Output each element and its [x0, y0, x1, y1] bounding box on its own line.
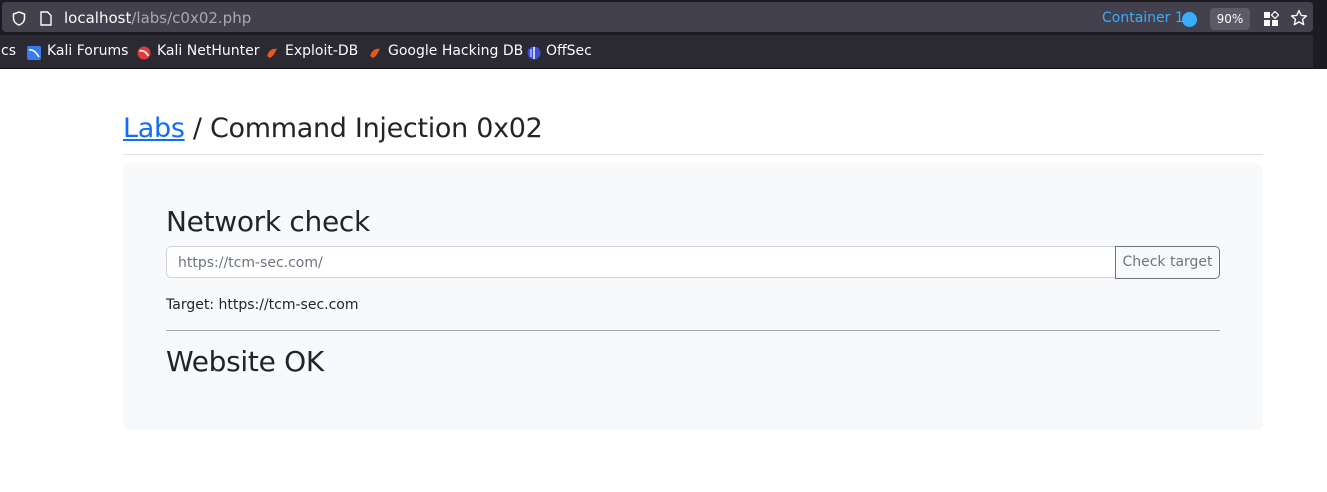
status-message: Website OK — [166, 345, 324, 378]
kali-nethunter-icon — [137, 46, 151, 60]
address-bar[interactable]: localhost/labs/c0x02.php Container 1 90% — [2, 2, 1313, 32]
exploit-db-icon — [267, 48, 277, 58]
zoom-level[interactable]: 90% — [1210, 8, 1250, 30]
url-text[interactable]: localhost/labs/c0x02.php — [64, 9, 251, 27]
extensions-grid-icon[interactable] — [1263, 11, 1279, 27]
section-title: Network check — [166, 205, 370, 238]
breadcrumb-labs-link[interactable]: Labs — [123, 113, 185, 144]
container-icon[interactable] — [1182, 12, 1197, 27]
bookmark-item[interactable]: cs — [1, 43, 16, 59]
bookmark-kali-forums[interactable]: Kali Forums — [47, 43, 128, 59]
result-divider — [166, 330, 1220, 331]
url-path: /labs/c0x02.php — [131, 9, 252, 27]
title-divider — [123, 154, 1263, 155]
bookmarks-toolbar: cs Kali Forums Kali NetHunter Exploit-DB… — [0, 35, 1313, 69]
kali-forums-icon — [27, 46, 41, 60]
target-url-input[interactable]: https://tcm-sec.com/ — [166, 246, 1116, 278]
bookmark-google-hacking-db[interactable]: Google Hacking DB — [388, 43, 523, 59]
page-icon — [40, 11, 52, 26]
bookmark-offsec[interactable]: OffSec — [546, 43, 592, 59]
browser-toolbar: localhost/labs/c0x02.php Container 1 90% — [0, 0, 1327, 35]
check-target-button[interactable]: Check target — [1115, 246, 1220, 279]
bookmark-kali-nethunter[interactable]: Kali NetHunter — [157, 43, 259, 59]
bookmark-exploit-db[interactable]: Exploit-DB — [285, 43, 358, 59]
url-host: localhost — [64, 9, 132, 27]
container-label[interactable]: Container 1 — [1102, 10, 1184, 26]
window-edge — [1313, 0, 1327, 69]
breadcrumb-current: / Command Injection 0x02 — [184, 113, 543, 144]
offsec-icon — [527, 46, 541, 60]
shield-icon[interactable] — [12, 11, 26, 26]
bookmark-star-icon[interactable] — [1290, 9, 1308, 27]
target-output: Target: https://tcm-sec.com — [166, 297, 359, 313]
google-hacking-db-icon — [370, 48, 380, 58]
page-title: Labs / Command Injection 0x02 — [123, 113, 543, 144]
